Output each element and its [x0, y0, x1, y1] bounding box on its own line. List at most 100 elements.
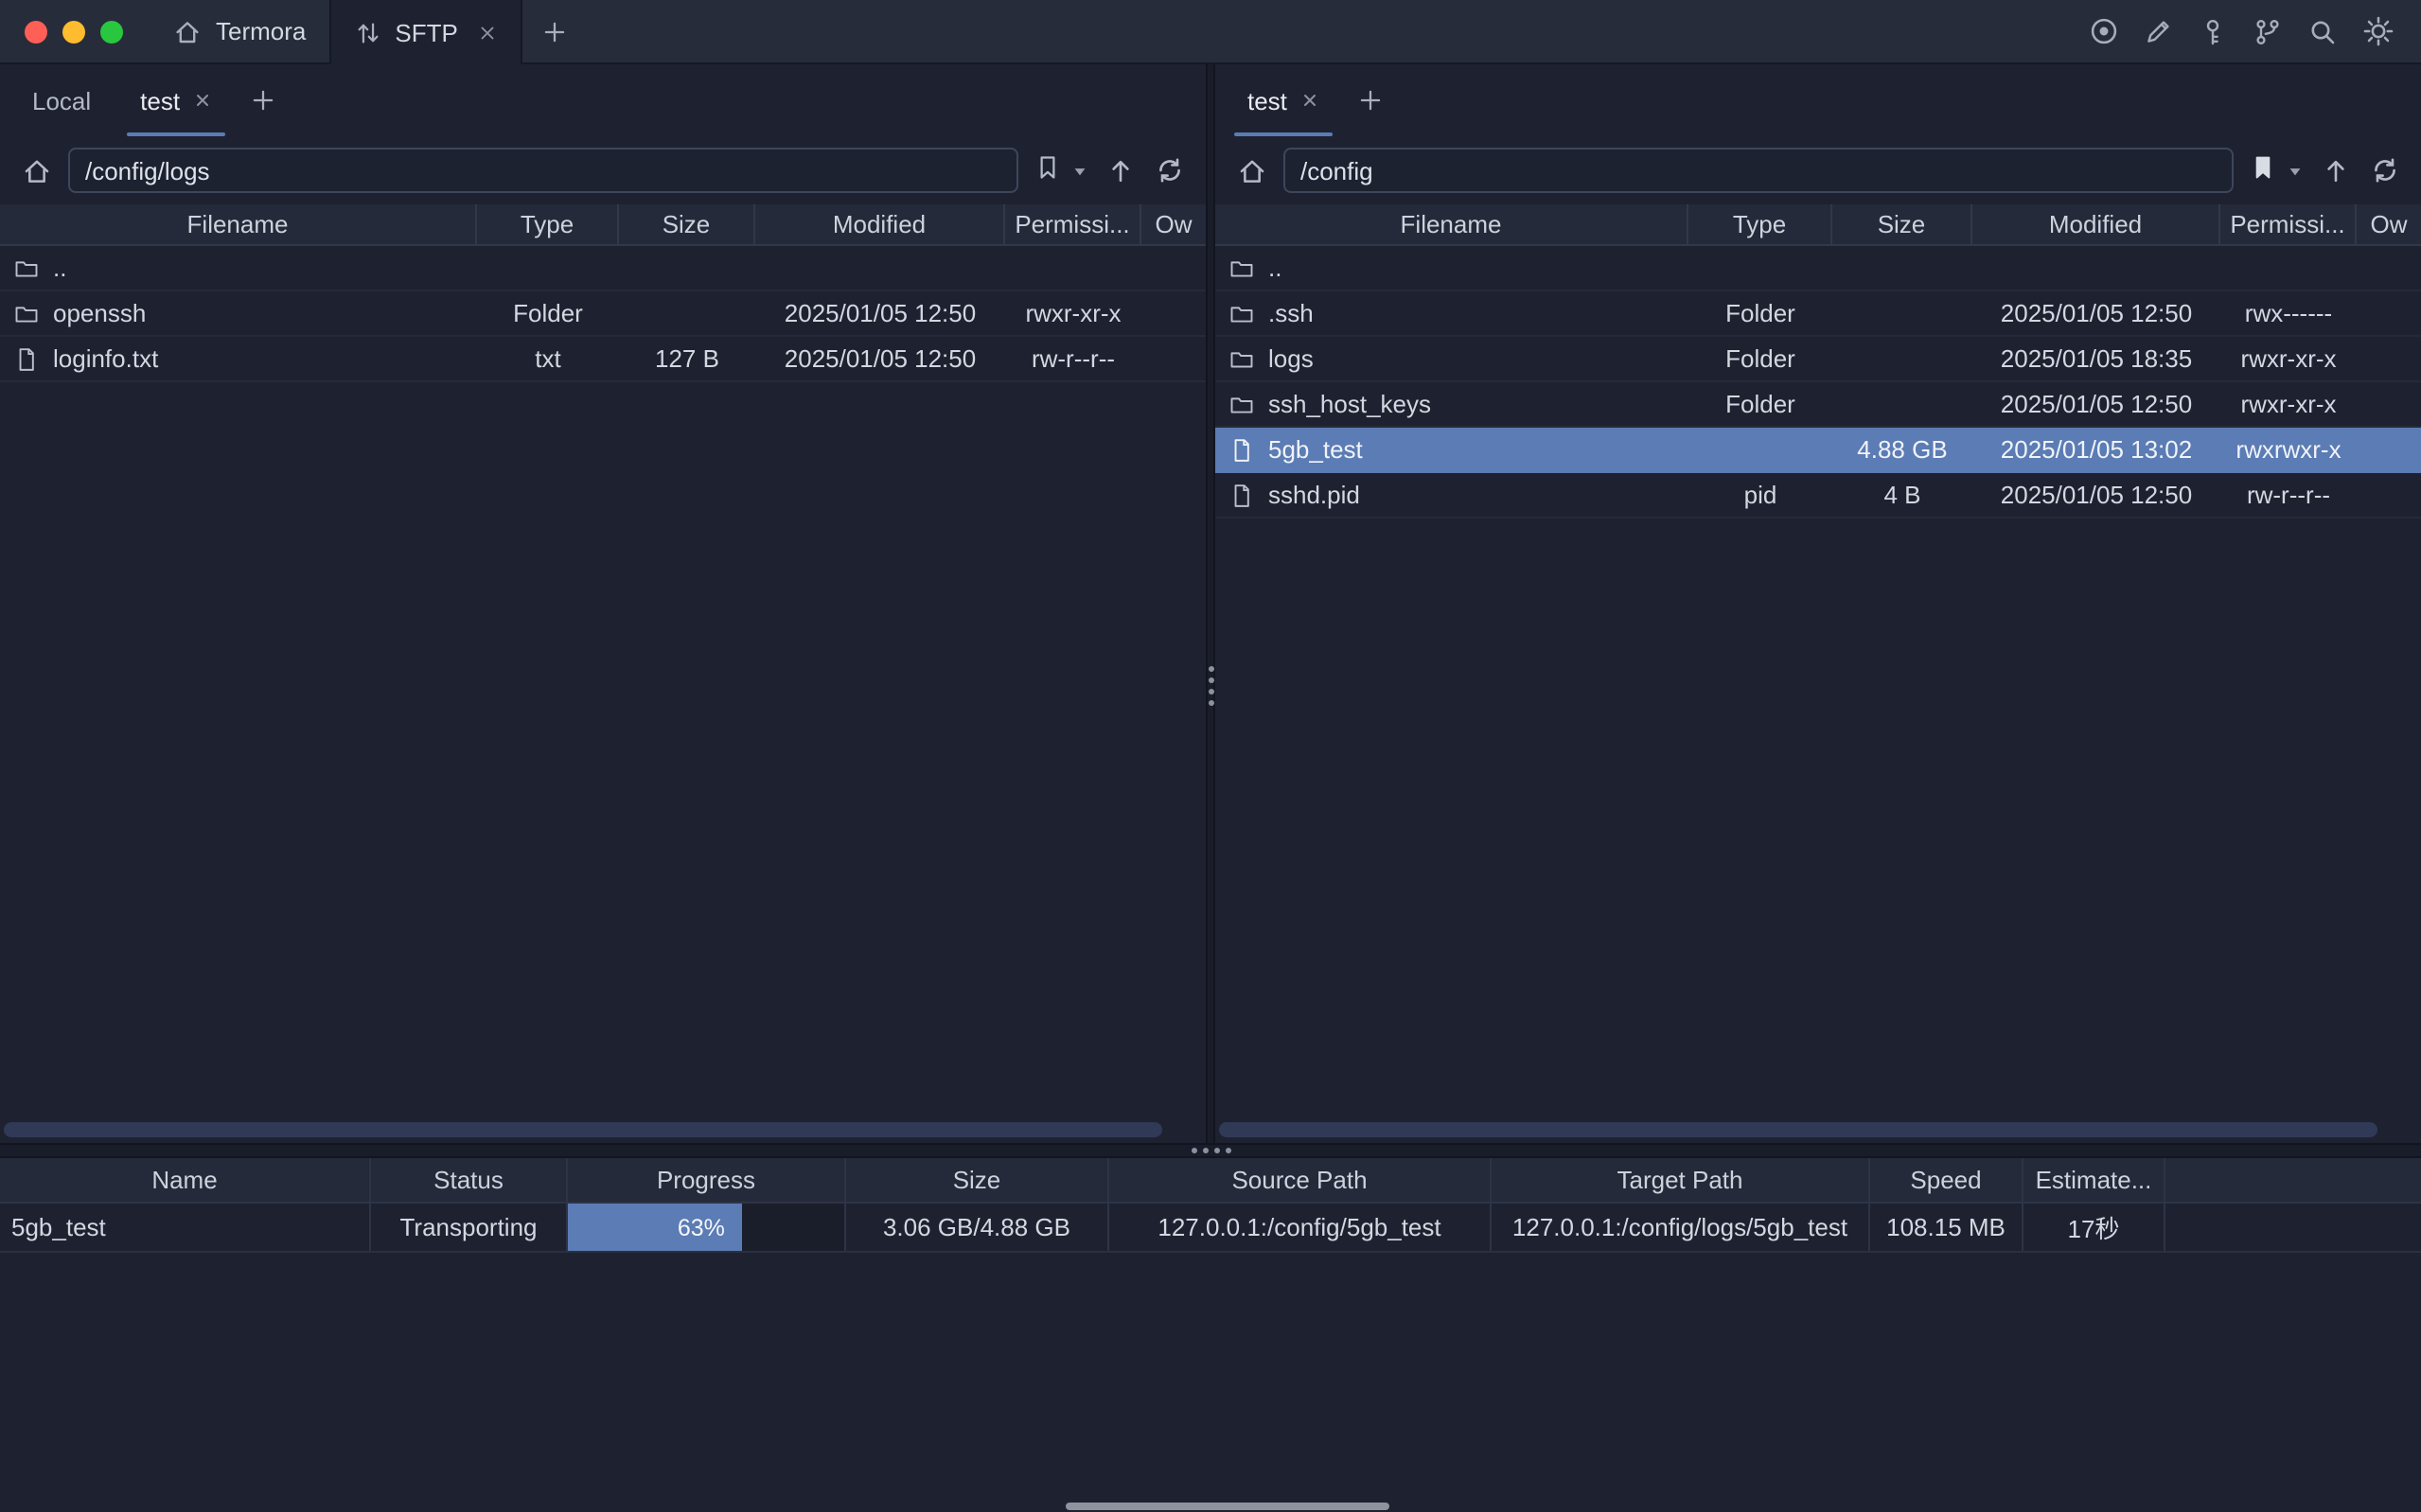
tab-local-label: Local	[32, 86, 91, 114]
tab-test-right-label: test	[1247, 86, 1287, 114]
status-badge: Transporting	[371, 1204, 568, 1251]
transfer-table-header: Name Status Progress Size Source Path Ta…	[0, 1158, 2421, 1204]
bookmark-filled-icon	[2249, 153, 2283, 187]
git-branch-icon[interactable]	[2251, 14, 2285, 48]
minimize-window-button[interactable]	[62, 20, 85, 43]
home-icon[interactable]	[19, 153, 53, 187]
folder-icon	[1228, 391, 1255, 417]
tab-test-left[interactable]: test	[115, 64, 237, 136]
file-row-loginfo[interactable]: loginfo.txt txt 127 B 2025/01/05 12:50 r…	[0, 337, 1206, 382]
zoom-window-button[interactable]	[100, 20, 123, 43]
folder-icon	[13, 255, 40, 281]
tab-test-right[interactable]: test	[1223, 64, 1344, 136]
bottom-horizontal-scrollbar[interactable]	[1066, 1503, 1389, 1510]
tab-local[interactable]: Local	[8, 64, 115, 136]
splitter-handle-icon	[1191, 1148, 1230, 1153]
add-tab-button[interactable]	[237, 64, 290, 136]
go-up-icon[interactable]	[2319, 153, 2353, 187]
column-header-filler	[2165, 1158, 2421, 1202]
left-path-input[interactable]	[68, 148, 1018, 193]
close-icon[interactable]	[193, 91, 212, 110]
record-icon[interactable]	[2086, 14, 2120, 48]
file-icon	[1228, 482, 1255, 508]
edit-icon[interactable]	[2141, 14, 2175, 48]
right-path-input[interactable]	[1283, 148, 2234, 193]
home-icon[interactable]	[1234, 153, 1268, 187]
folder-icon	[13, 300, 40, 326]
file-row-ssh-host-keys[interactable]: ssh_host_keys Folder 2025/01/05 12:50 rw…	[1215, 382, 2421, 428]
tab-test-left-label: test	[140, 86, 180, 114]
titlebar: Termora SFTP	[0, 0, 2421, 64]
scrollbar-thumb[interactable]	[4, 1122, 1162, 1137]
progress-label: 63%	[678, 1214, 725, 1240]
column-header-modified[interactable]: Modified	[1972, 204, 2220, 244]
tab-termora-label: Termora	[216, 17, 306, 45]
column-header-target-path: Target Path	[1492, 1158, 1870, 1202]
chevron-down-icon	[1071, 162, 1088, 179]
left-path-bar	[0, 136, 1206, 204]
right-bookmark-control[interactable]	[2249, 153, 2304, 187]
column-header-permissions[interactable]: Permissi...	[1005, 204, 1141, 244]
column-header-estimate: Estimate...	[2023, 1158, 2165, 1202]
column-header-filename[interactable]: Filename	[0, 204, 477, 244]
file-row-openssh[interactable]: openssh Folder 2025/01/05 12:50 rwxr-xr-…	[0, 291, 1206, 337]
column-header-source-path: Source Path	[1109, 1158, 1492, 1202]
key-icon[interactable]	[2196, 14, 2230, 48]
column-header-size[interactable]: Size	[1832, 204, 1972, 244]
folder-icon	[1228, 300, 1255, 326]
file-icon	[1228, 436, 1255, 463]
file-row-sshd-pid[interactable]: sshd.pid pid 4 B 2025/01/05 12:50 rw-r--…	[1215, 473, 2421, 519]
bookmark-icon	[1034, 153, 1068, 187]
column-header-owner[interactable]: Ow	[2357, 204, 2421, 244]
column-header-status: Status	[371, 1158, 568, 1202]
column-header-type[interactable]: Type	[477, 204, 619, 244]
traffic-lights	[0, 0, 150, 62]
column-header-permissions[interactable]: Permissi...	[2220, 204, 2357, 244]
splitter-handle-icon	[1208, 666, 1213, 706]
column-header-speed: Speed	[1870, 1158, 2023, 1202]
file-row-parent-dir[interactable]: ..	[1215, 246, 2421, 291]
close-icon[interactable]	[477, 22, 498, 43]
transfer-row-5gb-test[interactable]: 5gb_test Transporting 63% 3.06 GB/4.88 G…	[0, 1204, 2421, 1253]
close-window-button[interactable]	[25, 20, 47, 43]
settings-icon[interactable]	[2360, 14, 2394, 48]
left-bookmark-control[interactable]	[1034, 153, 1088, 187]
transfer-splitter[interactable]	[0, 1143, 2421, 1158]
go-up-icon[interactable]	[1104, 153, 1138, 187]
column-header-modified[interactable]: Modified	[755, 204, 1005, 244]
file-row-5gb-test-selected[interactable]: 5gb_test 4.88 GB 2025/01/05 13:02 rwxrwx…	[1215, 428, 2421, 473]
scrollbar-thumb[interactable]	[1219, 1122, 2377, 1137]
tab-sftp[interactable]: SFTP	[328, 0, 521, 64]
column-header-filename[interactable]: Filename	[1215, 204, 1688, 244]
file-row-parent-dir[interactable]: ..	[0, 246, 1206, 291]
refresh-icon[interactable]	[1153, 153, 1187, 187]
folder-icon	[1228, 345, 1255, 372]
left-pane-tabs: Local test	[0, 64, 1206, 136]
column-header-type[interactable]: Type	[1688, 204, 1832, 244]
file-row-logs[interactable]: logs Folder 2025/01/05 18:35 rwxr-xr-x	[1215, 337, 2421, 382]
refresh-icon[interactable]	[2368, 153, 2402, 187]
right-horizontal-scrollbar[interactable]	[1219, 1122, 2413, 1137]
new-tab-button[interactable]	[530, 0, 579, 62]
tab-termora[interactable]: Termora	[150, 0, 328, 62]
progress-bar: 63%	[568, 1204, 846, 1251]
add-tab-button[interactable]	[1344, 64, 1397, 136]
column-header-size[interactable]: Size	[619, 204, 755, 244]
right-path-bar	[1215, 136, 2421, 204]
transfer-icon	[353, 18, 381, 46]
remote-pane: test	[1215, 64, 2421, 1143]
left-file-table: Filename Type Size Modified Permissi... …	[0, 204, 1206, 1143]
column-header-progress: Progress	[568, 1158, 846, 1202]
right-table-header: Filename Type Size Modified Permissi... …	[1215, 204, 2421, 246]
column-header-size: Size	[846, 1158, 1109, 1202]
pane-splitter[interactable]	[1206, 64, 1215, 1143]
left-horizontal-scrollbar[interactable]	[4, 1122, 1198, 1137]
home-icon	[172, 16, 203, 46]
termora-window: Termora SFTP	[0, 0, 2421, 1512]
close-icon[interactable]	[1300, 91, 1319, 110]
file-row-ssh[interactable]: .ssh Folder 2025/01/05 12:50 rwx------	[1215, 291, 2421, 337]
right-pane-tabs: test	[1215, 64, 2421, 136]
search-icon[interactable]	[2306, 14, 2340, 48]
column-header-owner[interactable]: Ow	[1141, 204, 1206, 244]
titlebar-actions	[2086, 0, 2421, 62]
